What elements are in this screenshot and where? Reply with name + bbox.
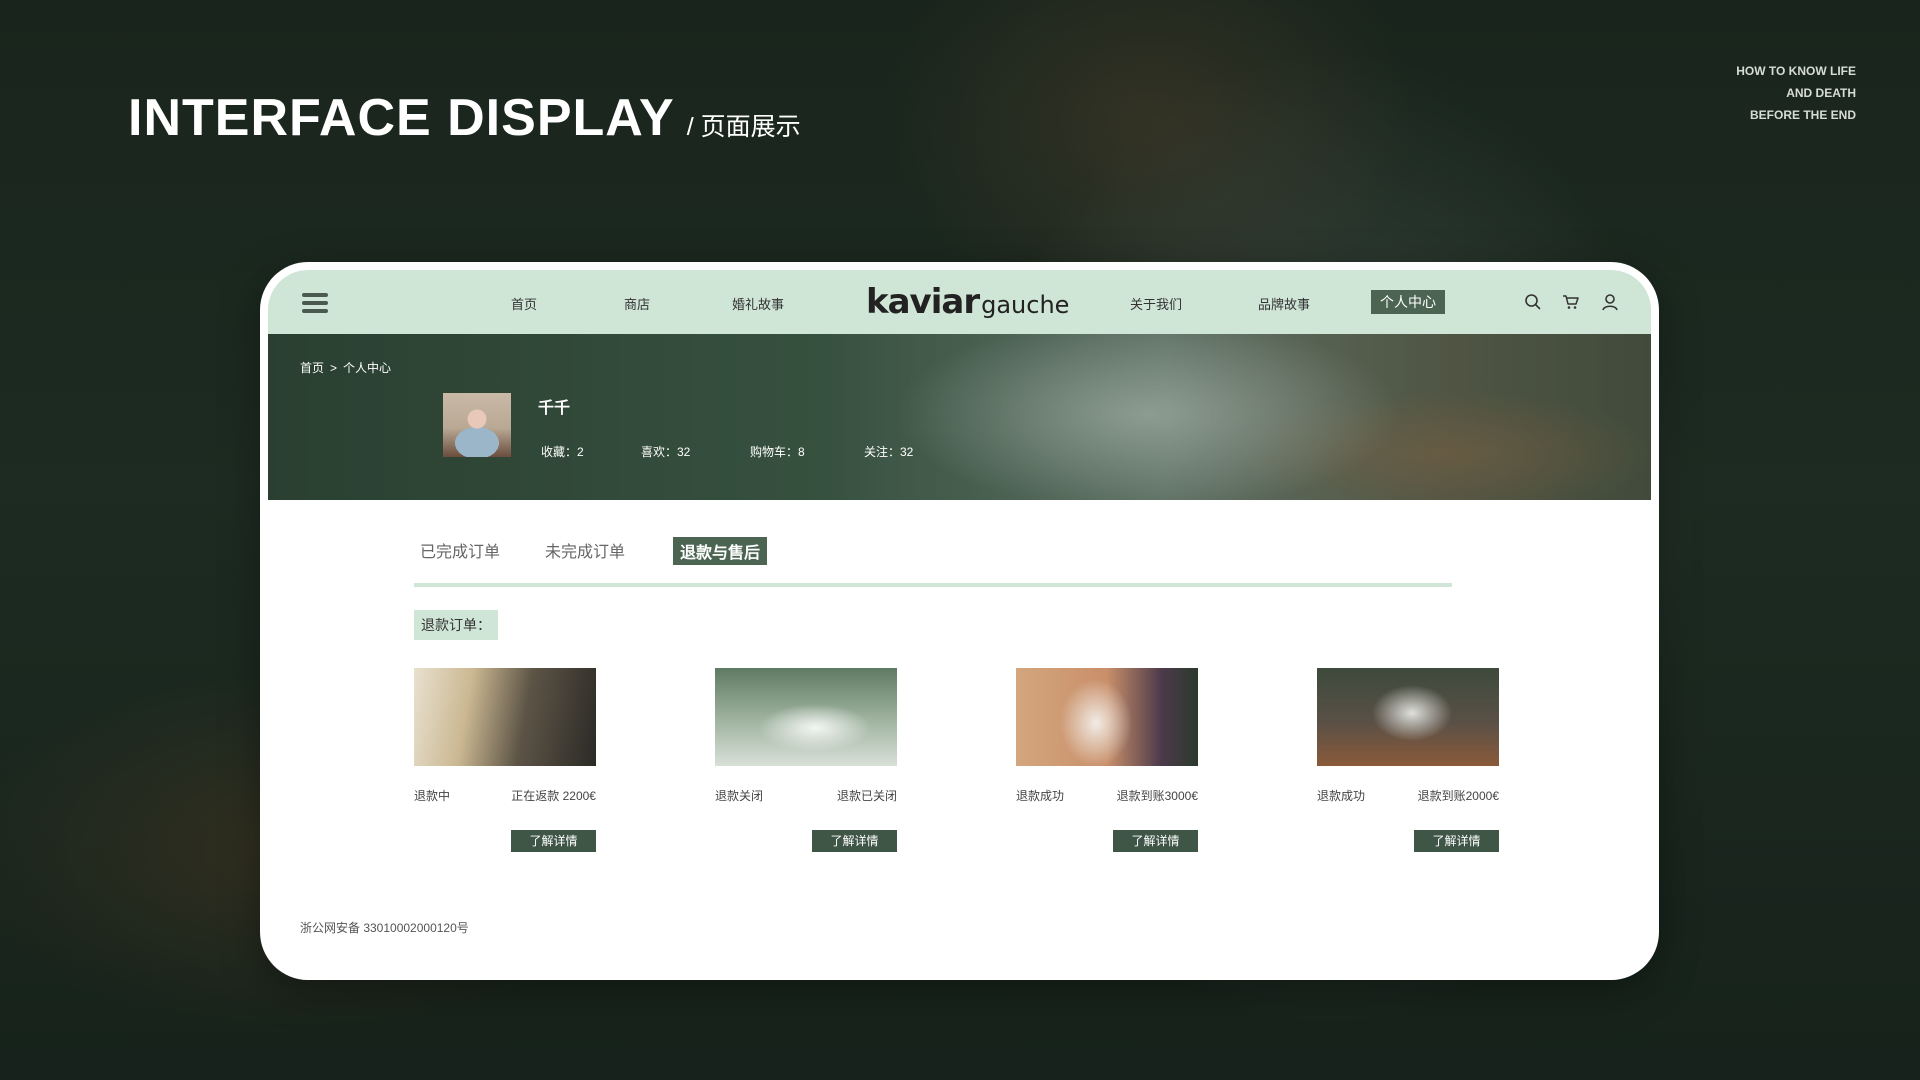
- breadcrumb-separator: >: [330, 361, 338, 375]
- stat-cart[interactable]: 购物车：8: [750, 443, 805, 460]
- order-thumbnail[interactable]: [414, 668, 596, 766]
- user-icon[interactable]: [1600, 292, 1620, 312]
- hero-title-main: INTERFACE DISPLAY: [128, 89, 675, 147]
- nav-link-shop[interactable]: 商店: [624, 294, 650, 313]
- order-amount: 退款到账2000€: [1417, 789, 1499, 803]
- profile-banner: 首页 > 个人中心 千千 收藏：2 喜欢：32 购物车：8 关注：32: [268, 334, 1651, 500]
- order-card: 退款关闭 退款已关闭 了解详情: [715, 668, 897, 852]
- menu-icon[interactable]: [302, 293, 328, 313]
- nav-link-brand-story[interactable]: 品牌故事: [1258, 294, 1310, 313]
- nav-link-wedding-stories[interactable]: 婚礼故事: [732, 294, 784, 313]
- nav-link-personal-center[interactable]: 个人中心: [1371, 290, 1445, 314]
- tab-completed-orders[interactable]: 已完成订单: [420, 538, 500, 562]
- brand-logo[interactable]: kaviargauche: [866, 282, 1069, 322]
- details-button[interactable]: 了解详情: [511, 830, 596, 852]
- stat-favorites[interactable]: 收藏：2: [541, 443, 584, 460]
- tagline-line: HOW TO KNOW LIFE: [1736, 64, 1856, 78]
- order-amount: 退款已关闭: [836, 789, 897, 803]
- order-amount: 正在返款 2200€: [511, 789, 596, 803]
- top-nav: 首页 商店 婚礼故事 kaviargauche 关于我们 品牌故事 个人中心: [268, 270, 1651, 334]
- hero-title-sub: / 页面展示: [686, 113, 801, 141]
- details-button[interactable]: 了解详情: [812, 830, 897, 852]
- order-card: 退款中 正在返款 2200€ 了解详情: [414, 668, 596, 852]
- logo-secondary: gauche: [981, 291, 1070, 319]
- details-button[interactable]: 了解详情: [1414, 830, 1499, 852]
- tab-underline: [414, 583, 1452, 587]
- footer-registration: 浙公网安备 33010002000120号: [300, 921, 469, 935]
- tab-pending-orders[interactable]: 未完成订单: [545, 538, 625, 562]
- order-thumbnail[interactable]: [1016, 668, 1198, 766]
- order-status: 退款中: [414, 789, 451, 803]
- order-card: 退款成功 退款到账3000€ 了解详情: [1016, 668, 1198, 852]
- search-icon[interactable]: [1523, 292, 1543, 312]
- section-label: 退款订单：: [414, 610, 498, 640]
- order-status: 退款成功: [1016, 789, 1065, 803]
- nav-link-about[interactable]: 关于我们: [1130, 294, 1182, 313]
- breadcrumb: 首页 > 个人中心: [300, 359, 391, 376]
- tagline-line: AND DEATH: [1786, 86, 1856, 100]
- stat-likes[interactable]: 喜欢：32: [641, 443, 690, 460]
- browser-card: 首页 商店 婚礼故事 kaviargauche 关于我们 品牌故事 个人中心 首…: [260, 262, 1659, 980]
- order-status: 退款成功: [1317, 789, 1366, 803]
- avatar[interactable]: [443, 393, 511, 457]
- stat-following[interactable]: 关注：32: [864, 443, 913, 460]
- order-amount: 退款到账3000€: [1116, 789, 1198, 803]
- breadcrumb-home[interactable]: 首页: [300, 361, 324, 375]
- tagline: HOW TO KNOW LIFE AND DEATH BEFORE THE EN…: [1736, 60, 1856, 126]
- order-card: 退款成功 退款到账2000€ 了解详情: [1317, 668, 1499, 852]
- logo-primary: kaviar: [866, 282, 980, 322]
- breadcrumb-current: 个人中心: [343, 361, 392, 375]
- details-button[interactable]: 了解详情: [1113, 830, 1198, 852]
- hero-title: INTERFACE DISPLAY / 页面展示: [128, 92, 801, 144]
- order-thumbnail[interactable]: [715, 668, 897, 766]
- tab-refund-after-sales[interactable]: 退款与售后: [673, 537, 768, 565]
- tagline-line: BEFORE THE END: [1749, 108, 1856, 122]
- order-thumbnail[interactable]: [1317, 668, 1499, 766]
- nav-link-home[interactable]: 首页: [511, 294, 537, 313]
- username: 千千: [538, 400, 571, 417]
- cart-icon[interactable]: [1561, 292, 1581, 312]
- order-status: 退款关闭: [715, 789, 764, 803]
